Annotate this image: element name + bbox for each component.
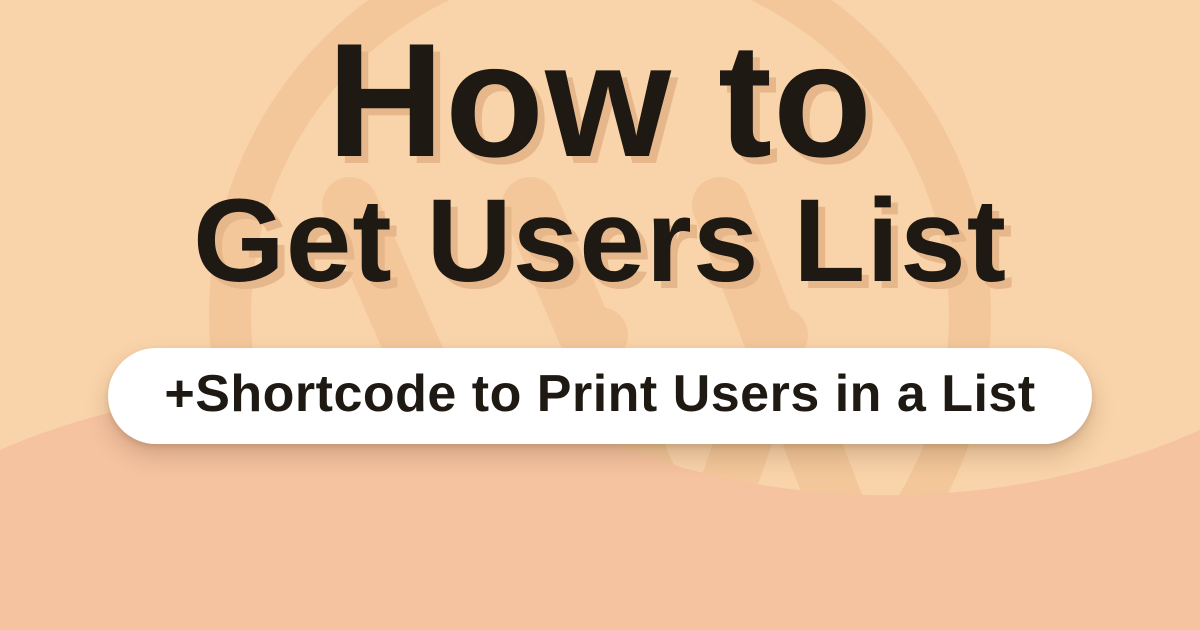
subtitle-text: +Shortcode to Print Users in a List [164, 364, 1035, 424]
title-line-1: How to [327, 18, 873, 183]
subtitle-pill: +Shortcode to Print Users in a List [108, 348, 1091, 444]
banner-content: How to Get Users List +Shortcode to Prin… [0, 0, 1200, 630]
title-line-2: Get Users List [193, 181, 1007, 301]
